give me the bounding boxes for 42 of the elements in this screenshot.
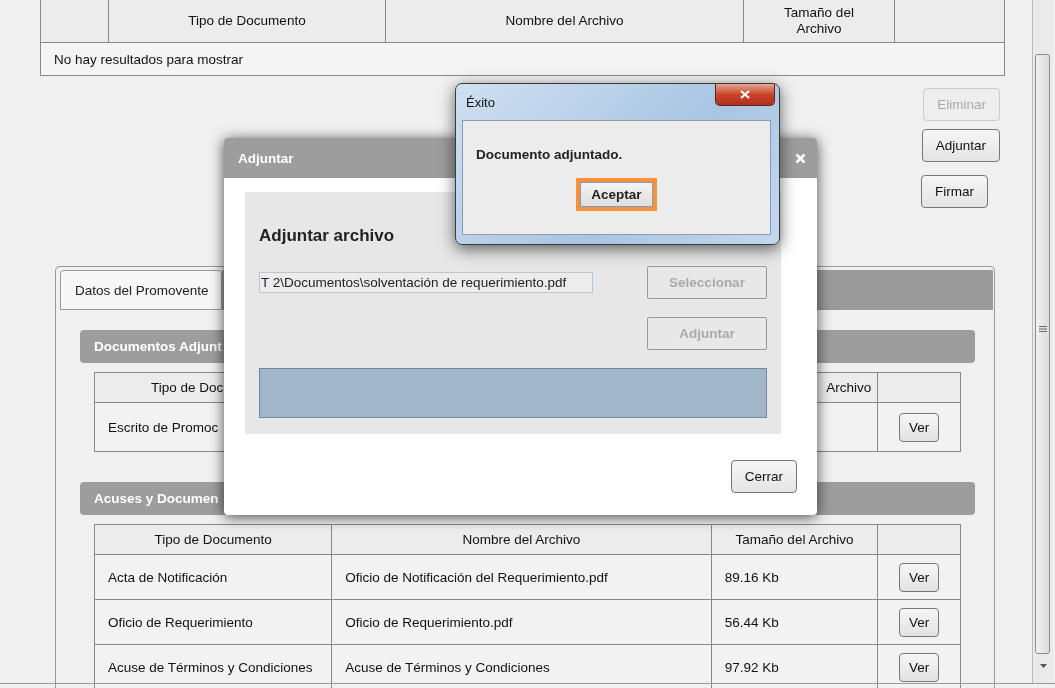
view-button[interactable]: Ver xyxy=(899,412,940,442)
section-title: Acuses y Documen xyxy=(94,491,219,506)
table-cell: 97.92 Kb xyxy=(724,659,779,675)
close-icon xyxy=(740,90,750,99)
vertical-scrollbar[interactable] xyxy=(1032,0,1053,683)
view-button[interactable]: Ver xyxy=(899,607,940,637)
table-cell: Acta de Notificación xyxy=(108,569,228,585)
column-header: Archivo xyxy=(826,380,872,395)
view-button[interactable]: Ver xyxy=(899,652,940,682)
close-icon[interactable] xyxy=(795,152,806,164)
table-cell: Escrito de Promoc xyxy=(108,419,219,435)
column-header: Tamaño del Archivo xyxy=(744,0,895,42)
section-title: Documentos Adjunt xyxy=(94,339,222,354)
column-header: Tamaño del Archivo xyxy=(735,532,854,547)
view-button[interactable]: Ver xyxy=(899,562,940,592)
message-text: Documento adjuntado. xyxy=(476,147,624,162)
scrollbar-thumb[interactable] xyxy=(1035,54,1050,654)
column-header: Nombre del Archivo xyxy=(462,532,581,547)
dialog-title: Éxito xyxy=(466,95,495,110)
action-button[interactable]: Firmar xyxy=(921,175,988,208)
table-cell: Oficio de Requerimiento xyxy=(108,614,253,630)
table-cell: Acuse de Términos y Condiciones xyxy=(345,659,550,675)
table-cell: Oficio de Requerimiento.pdf xyxy=(345,614,513,630)
empty-message: No hay resultados para mostrar xyxy=(54,51,244,67)
column-header: Nombre del Archivo xyxy=(386,0,744,42)
tab[interactable]: Datos del Promovente xyxy=(60,270,222,310)
table-cell: 89.16 Kb xyxy=(724,569,779,585)
file-path-field[interactable]: T 2\Documentos\solventación de requerimiento.pdf xyxy=(259,272,593,293)
table-cell: Acuse de Términos y Condiciones xyxy=(108,659,313,675)
grip-icon xyxy=(1038,325,1047,333)
table-cell: 56.44 Kb xyxy=(724,614,779,630)
close-button[interactable]: Cerrar xyxy=(730,460,797,493)
dialog-title: Adjuntar xyxy=(238,150,294,166)
action-button[interactable]: Adjuntar xyxy=(921,129,1000,162)
close-button[interactable] xyxy=(715,84,775,106)
column-header: Tipo de Documento xyxy=(154,532,272,547)
accept-button[interactable]: Aceptar xyxy=(580,182,653,207)
column-header: Tipo de Doc xyxy=(151,380,224,395)
column-header: Tipo de Documento xyxy=(109,0,386,42)
dialog-heading: Adjuntar archivo xyxy=(259,226,396,246)
down-arrow-icon[interactable] xyxy=(1040,664,1047,668)
table-cell: Oficio de Notificación del Requerimiento.pdf xyxy=(345,569,608,585)
